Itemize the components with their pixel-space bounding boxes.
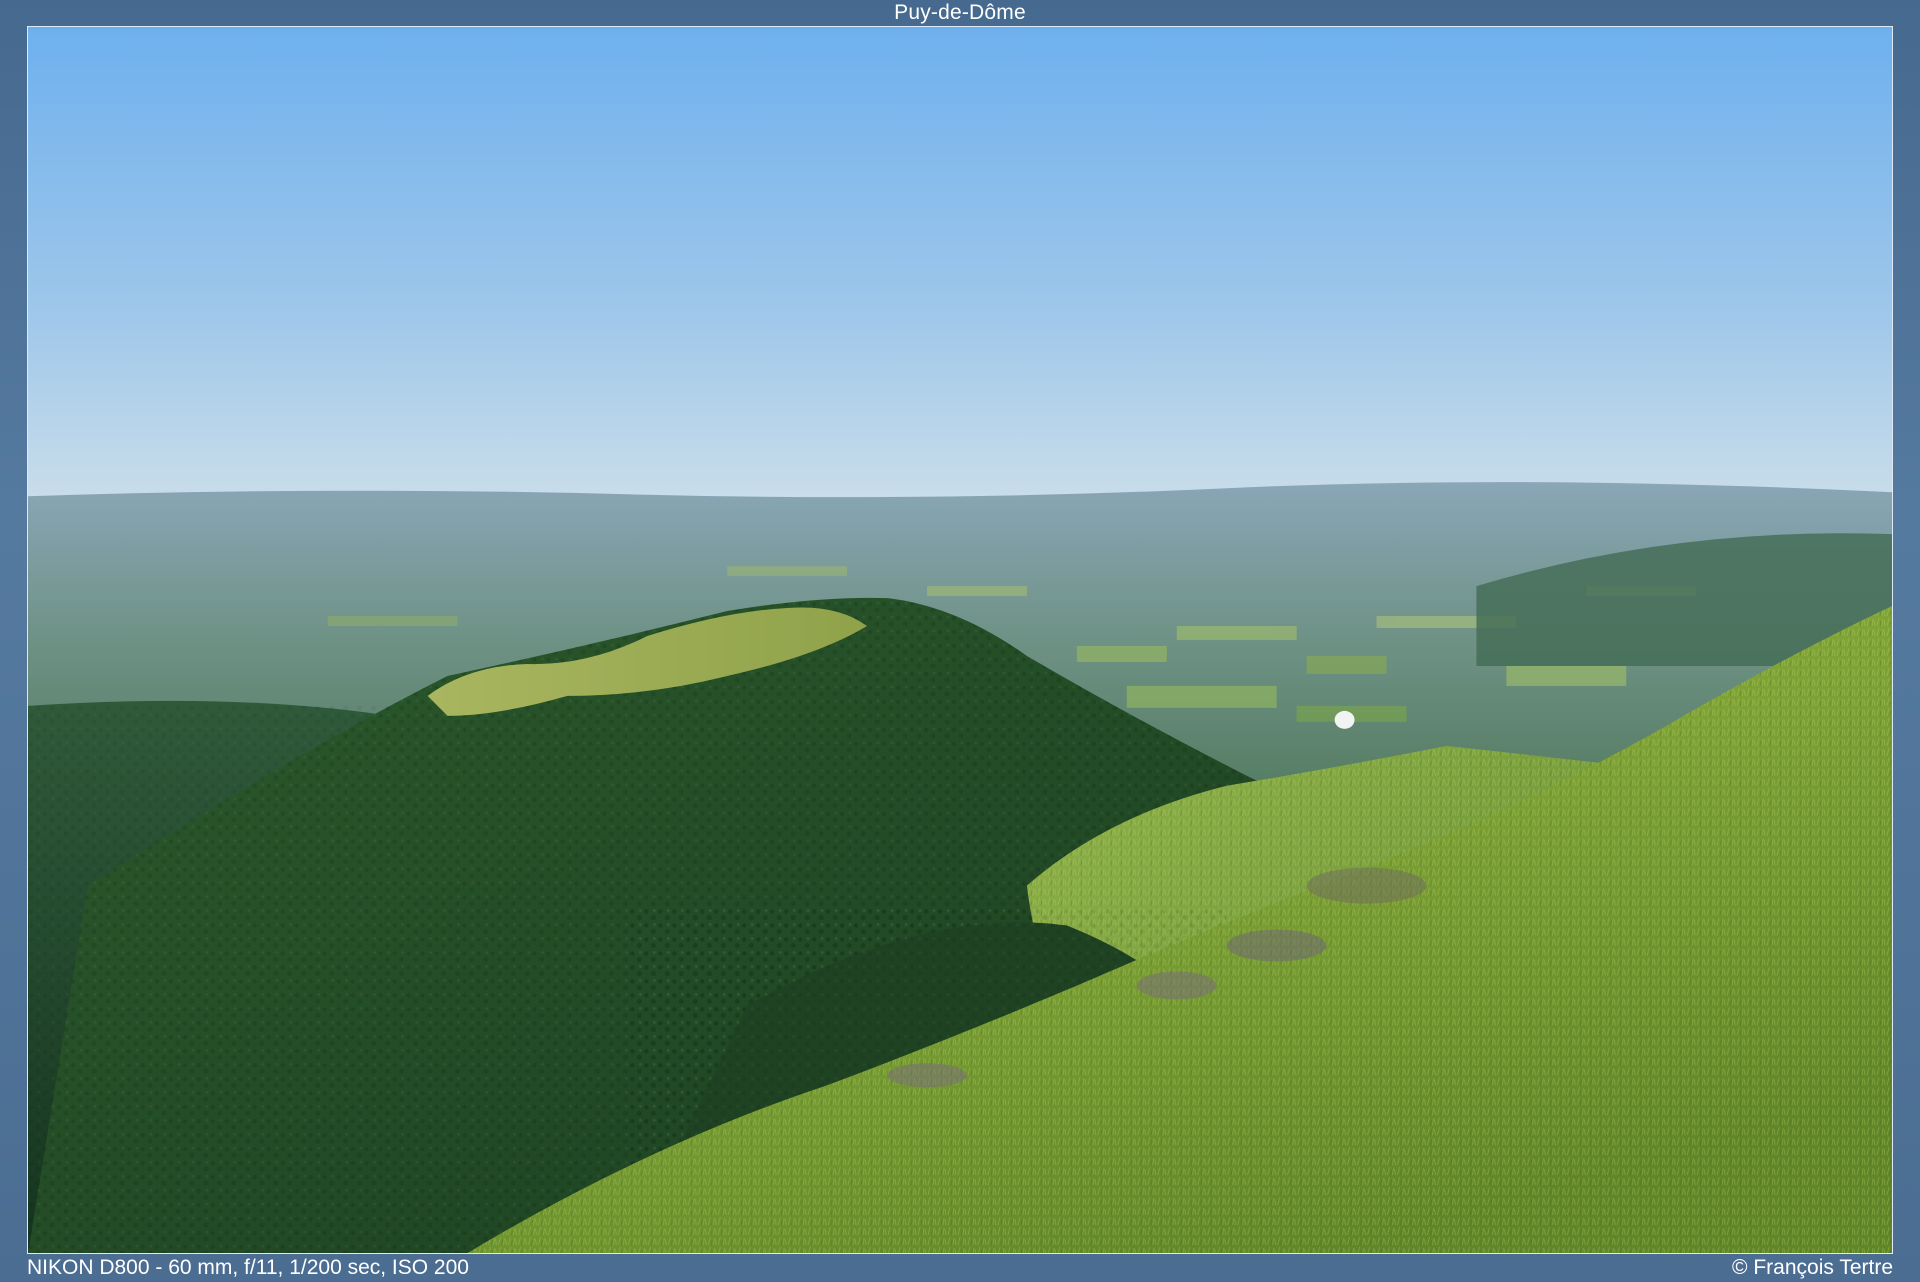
photo-viewer: Puy-de-Dôme NIKON D800 - 60 mm, f/11, 1/… (0, 0, 1920, 1282)
exif-caption: NIKON D800 - 60 mm, f/11, 1/200 sec, ISO… (27, 1256, 469, 1279)
landscape-image (28, 27, 1892, 1253)
photo-title: Puy-de-Dôme (894, 1, 1026, 24)
copyright-caption: © François Tertre (1732, 1256, 1893, 1279)
landscape-photo (27, 26, 1893, 1254)
